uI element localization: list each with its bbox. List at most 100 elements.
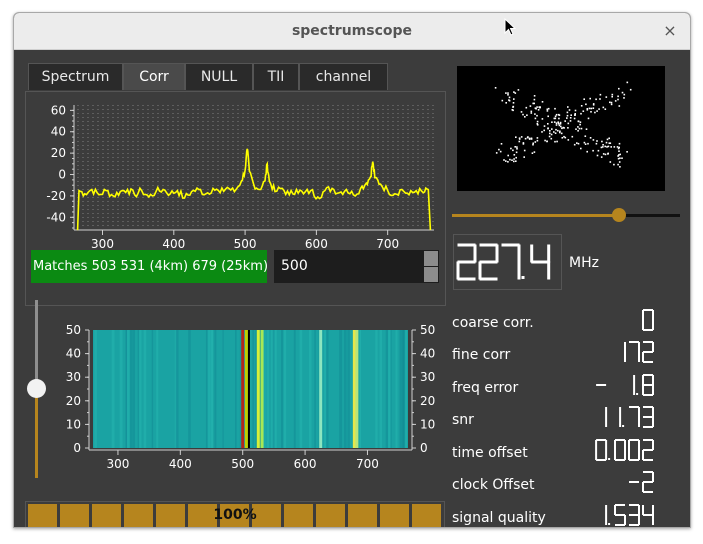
constellation-point	[534, 113, 536, 115]
constellation-point	[600, 146, 603, 149]
constellation-point	[511, 159, 513, 161]
clock-offset-label: clock Offset	[452, 477, 535, 493]
window-title: spectrumscope	[291, 23, 413, 39]
scope-slider-handle[interactable]	[612, 208, 626, 222]
waterfall-y-tick-label: 50	[66, 323, 81, 337]
close-icon[interactable]: ×	[660, 21, 680, 41]
constellation-point	[553, 121, 556, 123]
waterfall-x-tick-label: 700	[356, 457, 379, 471]
constellation-point	[621, 157, 623, 159]
waterfall-x-tick-label: 400	[169, 457, 192, 471]
constellation-point	[524, 116, 526, 118]
constellation-point	[567, 122, 570, 125]
constellation-point	[596, 154, 599, 157]
constellation-point	[592, 149, 594, 152]
constellation-point	[560, 125, 562, 128]
constellation-point	[599, 98, 601, 100]
waterfall-stripe	[143, 330, 147, 448]
constellation-point	[505, 92, 507, 94]
constellation-point	[536, 139, 539, 142]
constellation-point	[546, 110, 549, 112]
waterfall-stripe	[359, 330, 361, 448]
constellation-point	[555, 128, 557, 131]
snr-label: snr	[452, 412, 474, 428]
constellation-point	[617, 147, 620, 150]
constellation-point	[599, 93, 602, 96]
constellation-point	[606, 138, 609, 141]
constellation-point	[543, 129, 545, 132]
constellation-point	[554, 107, 556, 110]
constellation-point	[532, 142, 534, 145]
constellation-point	[533, 98, 536, 101]
waterfall-peak-line	[244, 330, 248, 448]
constellation-point	[570, 114, 572, 116]
constellation-point	[548, 135, 551, 138]
constellation-point	[513, 98, 515, 100]
constellation-point	[553, 131, 555, 133]
waterfall-stripe	[347, 330, 350, 448]
waterfall-stripe	[130, 330, 133, 448]
title-bar: spectrumscope ×	[14, 13, 690, 50]
constellation-point	[590, 107, 593, 110]
constellation-point	[557, 122, 560, 125]
constellation-point	[609, 142, 612, 144]
constellation-point	[532, 143, 534, 146]
constellation-point	[518, 140, 521, 143]
constellation-point	[536, 124, 539, 126]
constellation-point	[595, 98, 597, 101]
snr-value	[605, 406, 654, 428]
main-content: Spectrum Corr NULL TII channel 60 40 20 0 -2…	[14, 50, 690, 527]
constellation-point	[505, 102, 507, 104]
waterfall-stripe	[395, 330, 398, 448]
waterfall-stripe	[343, 330, 347, 448]
constellation-point	[520, 136, 523, 138]
waterfall-y-tick-label: 40	[66, 347, 81, 361]
waterfall-stripe	[188, 330, 191, 448]
waterfall-x-tick-label: 600	[294, 457, 317, 471]
waterfall-stripe	[402, 330, 405, 448]
constellation-point	[610, 103, 613, 106]
constellation-point	[629, 88, 632, 91]
waterfall-y-tick-label: 10	[66, 417, 81, 431]
waterfall-stripe	[111, 330, 115, 448]
waterfall-stripe	[235, 330, 237, 448]
constellation-point	[574, 114, 576, 116]
constellation-point	[614, 100, 617, 102]
progress-text: 100%	[213, 507, 257, 523]
constellation-point	[577, 130, 579, 132]
constellation-scope	[457, 66, 665, 191]
waterfall-peak-line	[260, 330, 264, 448]
signal-quality-value	[605, 504, 654, 526]
constellation-point	[587, 117, 590, 120]
constellation-point	[523, 149, 526, 152]
waterfall-stripe	[271, 330, 274, 448]
constellation-point	[559, 131, 561, 134]
constellation-point	[604, 108, 607, 110]
constellation-point	[544, 139, 546, 142]
constellation-point	[586, 109, 589, 111]
constellation-point	[610, 146, 612, 148]
constellation-point	[567, 106, 569, 108]
constellation-point	[575, 128, 577, 130]
constellation-point	[595, 142, 598, 145]
constellation-point	[535, 107, 537, 110]
constellation-point	[590, 111, 592, 113]
constellation-point	[594, 111, 596, 114]
constellation-point	[546, 108, 549, 111]
constellation-point	[560, 132, 563, 135]
constellation-point	[611, 95, 613, 98]
constellation-point	[592, 103, 595, 105]
constellation-point	[536, 106, 538, 108]
constellation-point	[588, 107, 591, 110]
constellation-point	[541, 101, 544, 103]
constellation-point	[558, 114, 561, 116]
constellation-point	[534, 117, 537, 120]
constellation-point	[607, 145, 610, 148]
mouse-pointer-icon	[504, 18, 517, 36]
constellation-point	[539, 106, 541, 109]
constellation-point	[512, 149, 514, 152]
time-offset-value	[595, 439, 654, 461]
app-window: spectrumscope × Spectrum Corr NULL TII c…	[13, 12, 691, 528]
constellation-point	[582, 110, 585, 112]
constellation-point	[503, 159, 505, 161]
